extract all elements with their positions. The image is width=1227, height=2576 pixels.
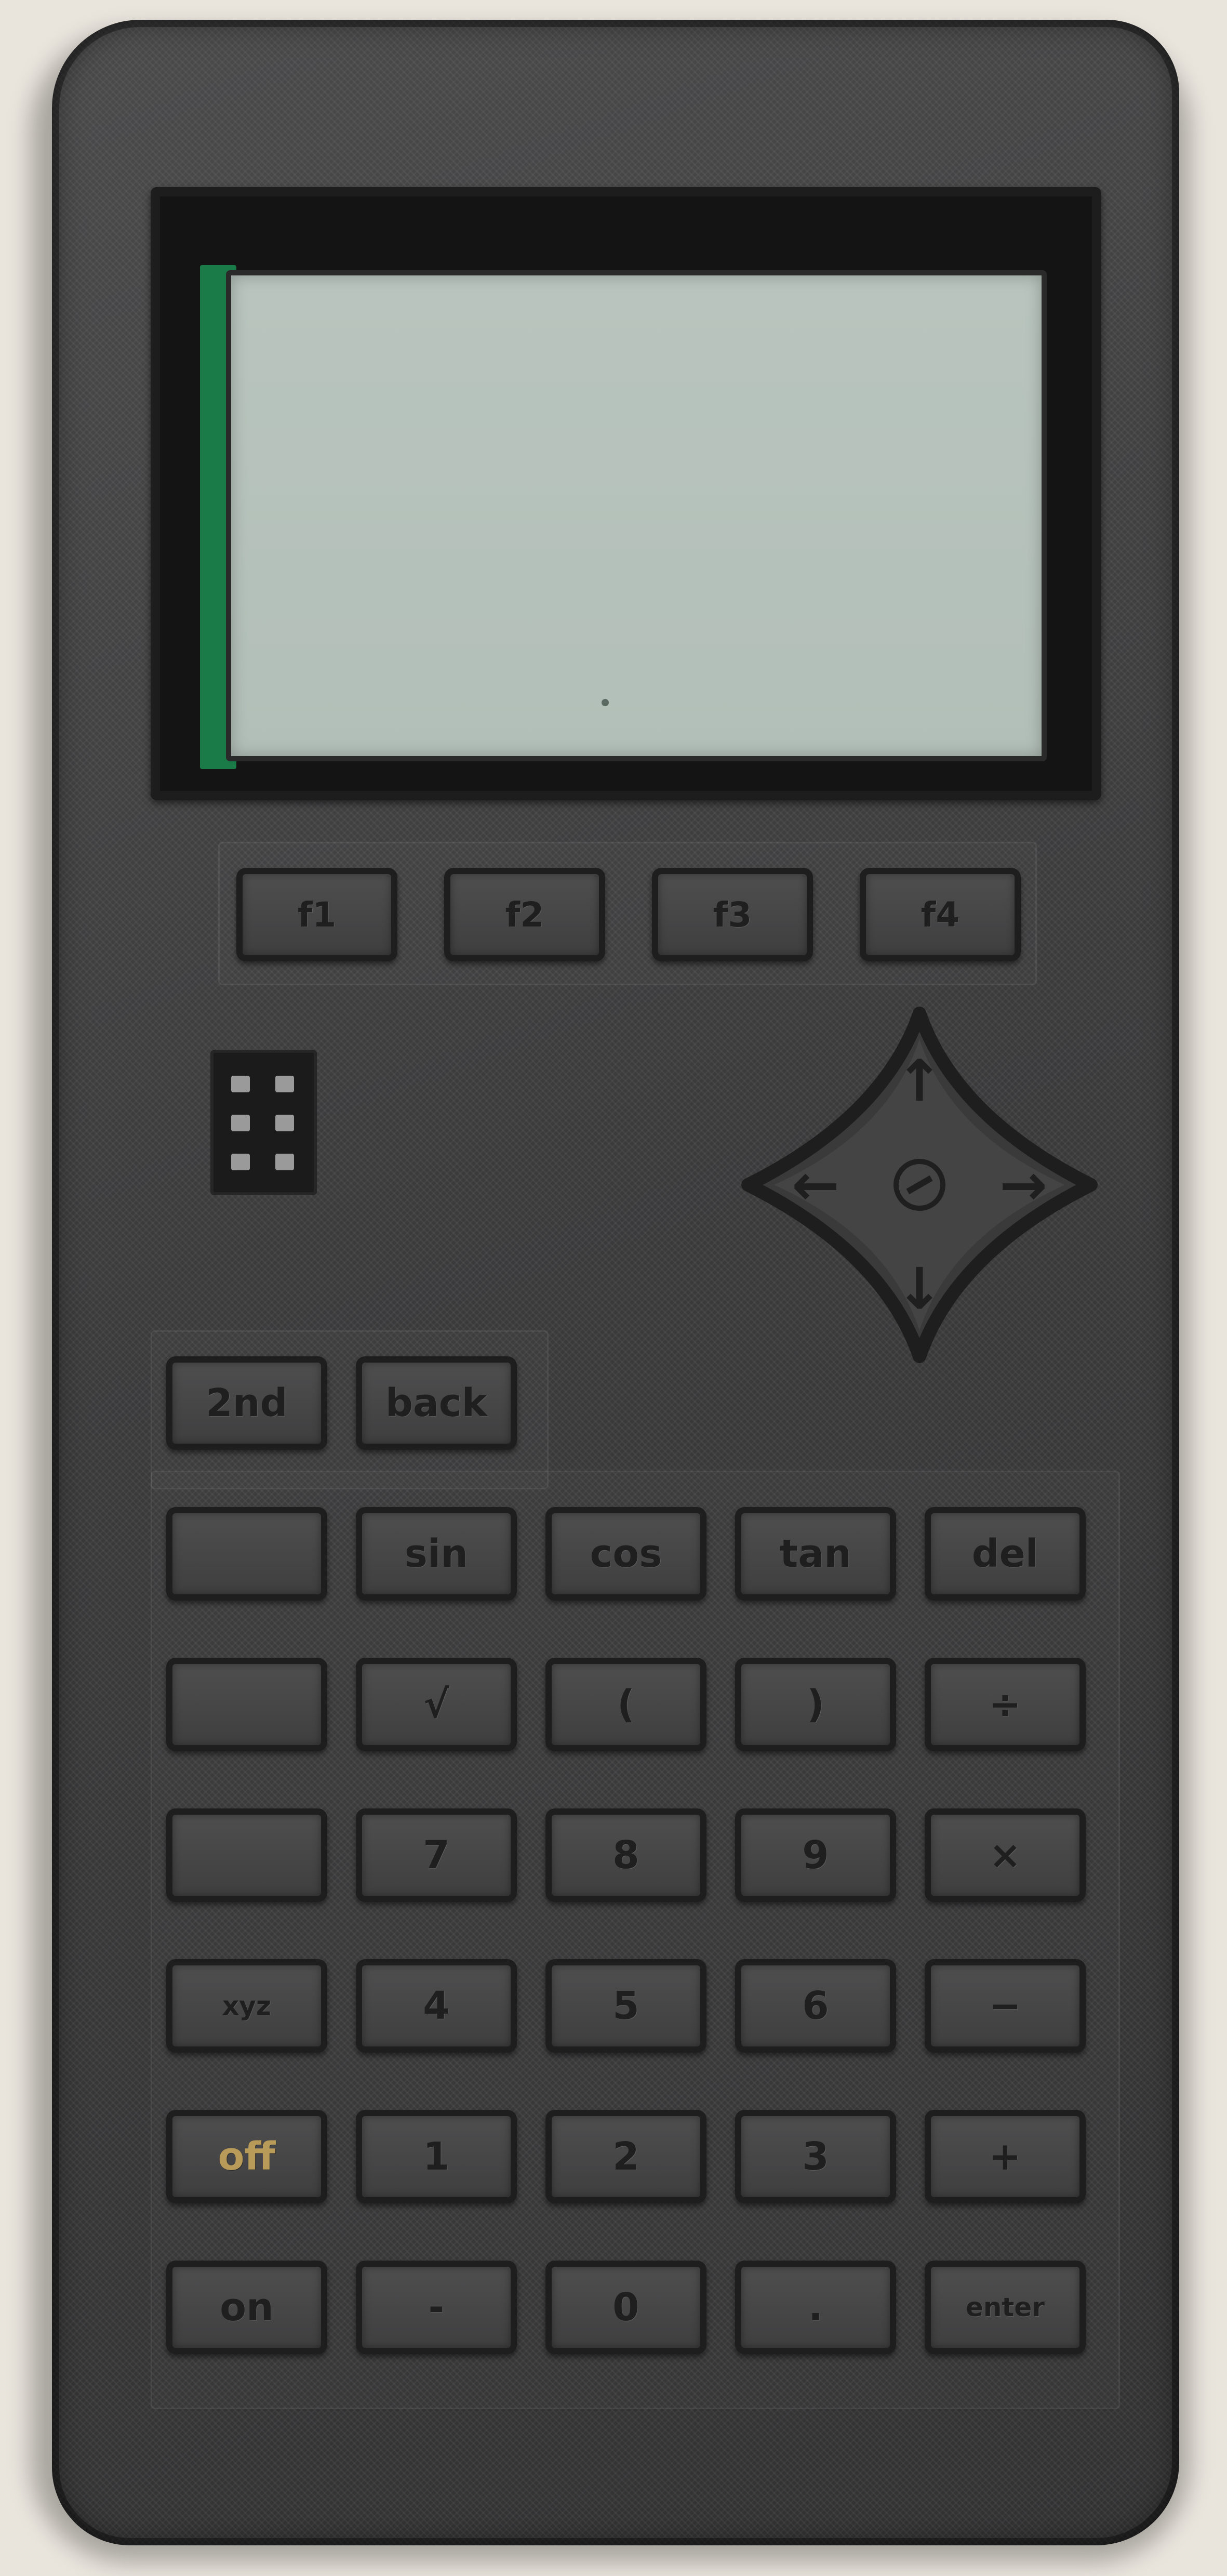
f3-key[interactable]: f3 [652, 868, 813, 961]
f1-key[interactable]: f1 [236, 868, 397, 961]
enter-key[interactable]: enter [925, 2261, 1086, 2354]
back-key[interactable]: back [356, 1356, 517, 1450]
off-key[interactable]: off [166, 2110, 327, 2203]
right-arrow-icon[interactable]: → [992, 1152, 1055, 1218]
sqrt-key[interactable]: √ [356, 1658, 517, 1751]
lcd-screen [226, 270, 1047, 761]
negative-key[interactable]: - [356, 2261, 517, 2354]
dpad-center-icon[interactable] [893, 1159, 945, 1211]
decimal-key[interactable]: . [735, 2261, 896, 2354]
f2-key[interactable]: f2 [444, 868, 605, 961]
blank-key-r2[interactable] [166, 1658, 327, 1751]
plus-key[interactable]: + [925, 2110, 1086, 2203]
zero-key[interactable]: 0 [545, 2261, 706, 2354]
on-key[interactable]: on [166, 2261, 327, 2354]
directional-pad[interactable]: ↑ ↓ ← → [738, 1003, 1101, 1367]
open-paren-key[interactable]: ( [545, 1658, 706, 1751]
multiply-key[interactable]: × [925, 1808, 1086, 1902]
f4-key[interactable]: f4 [860, 868, 1021, 961]
one-key[interactable]: 1 [356, 2110, 517, 2203]
second-key[interactable]: 2nd [166, 1356, 327, 1450]
up-arrow-icon[interactable]: ↑ [888, 1048, 951, 1114]
divide-key[interactable]: ÷ [925, 1658, 1086, 1751]
seven-key[interactable]: 7 [356, 1808, 517, 1902]
eight-key[interactable]: 8 [545, 1808, 706, 1902]
down-arrow-icon[interactable]: ↓ [888, 1256, 951, 1322]
close-paren-key[interactable]: ) [735, 1658, 896, 1751]
left-arrow-icon[interactable]: ← [784, 1152, 847, 1218]
minus-key[interactable]: − [925, 1959, 1086, 2053]
four-key[interactable]: 4 [356, 1959, 517, 2053]
two-key[interactable]: 2 [545, 2110, 706, 2203]
tan-key[interactable]: tan [735, 1507, 896, 1601]
five-key[interactable]: 5 [545, 1959, 706, 2053]
six-key[interactable]: 6 [735, 1959, 896, 2053]
del-key[interactable]: del [925, 1507, 1086, 1601]
xyz-key[interactable]: xyz [166, 1959, 327, 2053]
nine-key[interactable]: 9 [735, 1808, 896, 1902]
pin-header-connector [210, 1050, 317, 1195]
blank-key-r1[interactable] [166, 1507, 327, 1601]
cos-key[interactable]: cos [545, 1507, 706, 1601]
lcd-speck [602, 699, 609, 706]
three-key[interactable]: 3 [735, 2110, 896, 2203]
blank-key-r3[interactable] [166, 1808, 327, 1902]
sin-key[interactable]: sin [356, 1507, 517, 1601]
